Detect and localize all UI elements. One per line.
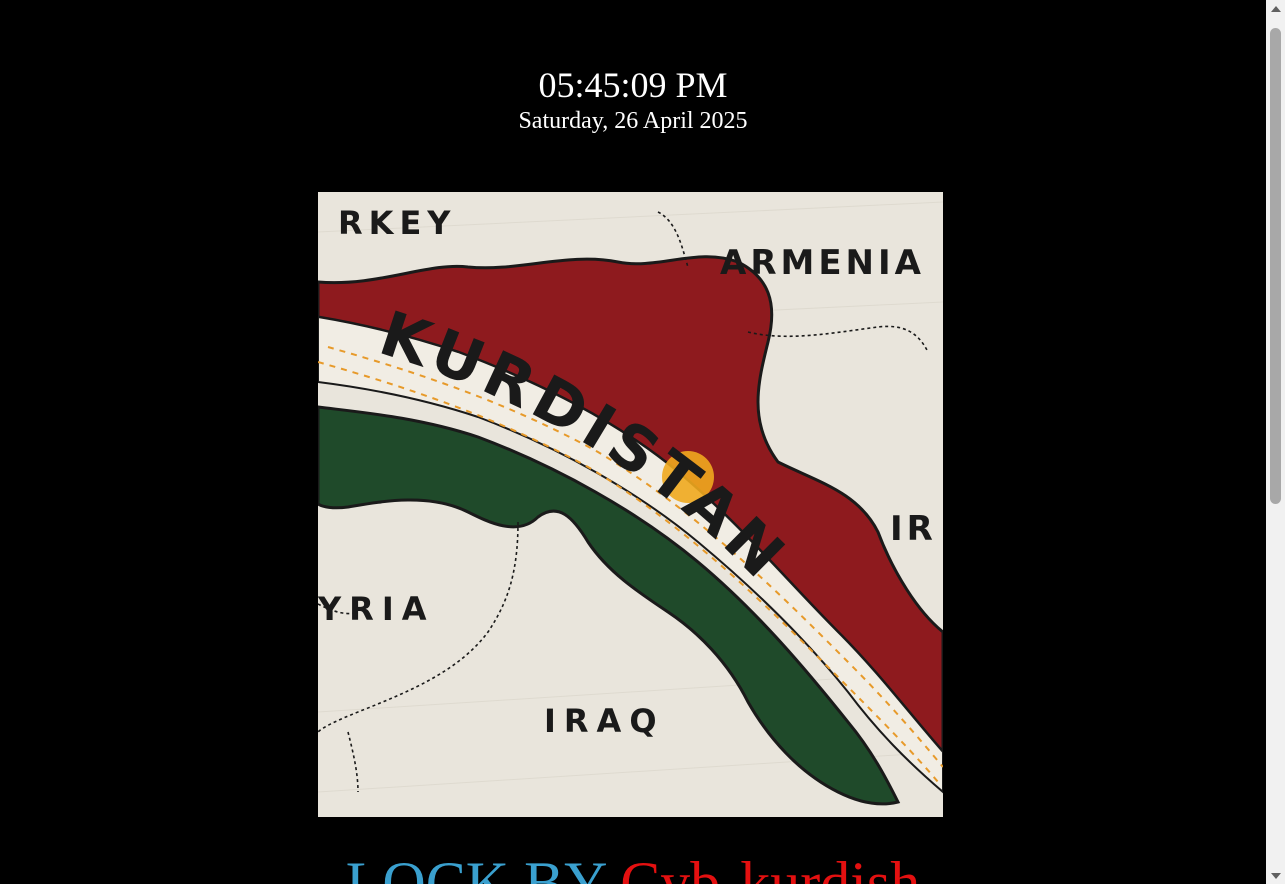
lock-screen: 05:45:09 PM Saturday, 26 April 2025 RKEY…	[0, 0, 1266, 884]
map-label-iran: IR	[890, 509, 937, 549]
map-illustration: RKEY ARMENIA IR YRIA IRAQ KURDISTAN	[318, 192, 943, 817]
map-label-syria: YRIA	[318, 590, 434, 628]
map-label-turkey: RKEY	[338, 204, 456, 242]
scrollbar-thumb[interactable]	[1270, 28, 1281, 504]
clock-time: 05:45:09 PM	[538, 65, 728, 105]
lock-credit: LOCK BY Cyb-kurdish	[0, 848, 1266, 884]
map-label-armenia: ARMENIA	[720, 243, 925, 283]
scroll-up-arrow-icon[interactable]	[1266, 0, 1285, 17]
vertical-scrollbar[interactable]	[1266, 0, 1285, 884]
author-name: Cyb-kurdish	[620, 850, 921, 884]
kurdistan-map-image: RKEY ARMENIA IR YRIA IRAQ KURDISTAN	[318, 192, 943, 817]
map-label-iraq: IRAQ	[544, 702, 665, 740]
scroll-down-arrow-icon[interactable]	[1266, 867, 1285, 884]
lock-by-label: LOCK BY	[345, 850, 606, 884]
clock-date: Saturday, 26 April 2025	[518, 108, 748, 134]
